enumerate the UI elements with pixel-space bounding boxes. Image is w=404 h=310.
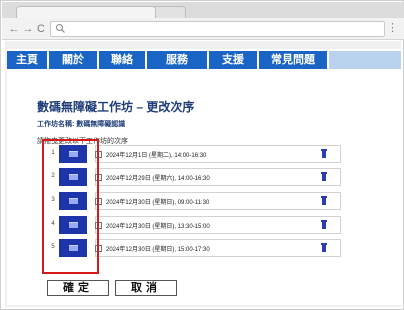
trash-icon[interactable] [321,243,327,252]
main-nav: 主頁 關於 聯絡 服務 支援 常見問題 [7,51,401,69]
browser-toolbar: ← → C ⋮ [2,18,404,40]
nav-home[interactable]: 主頁 [7,51,49,69]
workshop-name: 工作坊名稱: 數碼無障礙認識 [37,121,126,128]
tab-strip [2,2,404,20]
session-datetime: 2024年12月1日 (星期二), 14:00-16:30 [106,153,207,159]
address-bar[interactable] [50,21,385,37]
nav-contact[interactable]: 聯絡 [99,51,147,69]
session-datetime: 2024年12月30日 (星期日), 15:00-17:30 [106,247,210,253]
page-icon [56,24,65,33]
cancel-button[interactable]: 取消 [115,280,177,296]
nav-filler [329,51,401,69]
nav-faq[interactable]: 常見問題 [259,51,329,69]
session-datetime: 2024年12月30日 (星期日), 13:30-15:00 [106,224,210,230]
trash-icon[interactable] [321,172,327,181]
session-datetime: 2024年12月30日 (星期日), 09:00-11:30 [106,200,210,206]
session-datetime: 2024年12月29日 (星期六), 14:00-16:30 [106,176,210,182]
nav-about[interactable]: 關於 [49,51,99,69]
page-viewport: 主頁 關於 聯絡 服務 支援 常見問題 數碼無障礙工作坊 – 更改次序 工作坊名… [5,41,401,307]
trash-icon[interactable] [321,220,327,229]
nav-support[interactable]: 支援 [209,51,259,69]
browser-window: ← → C ⋮ 主頁 關於 聯絡 服務 支援 常見問題 數碼無障礙工作坊 – 更… [0,0,404,310]
back-icon[interactable]: ← [8,22,20,36]
trash-icon[interactable] [321,196,327,205]
page-title: 數碼無障礙工作坊 – 更改次序 [37,100,195,114]
nav-services[interactable]: 服務 [147,51,209,69]
confirm-button[interactable]: 確定 [47,280,109,296]
drag-handle-highlight [42,139,99,274]
page-body: 主頁 關於 聯絡 服務 支援 常見問題 數碼無障礙工作坊 – 更改次序 工作坊名… [7,49,401,305]
reload-icon[interactable]: C [35,22,47,36]
trash-icon[interactable] [321,149,327,158]
forward-icon[interactable]: → [22,22,34,36]
vertical-dots-icon[interactable]: ⋮ [387,21,398,35]
